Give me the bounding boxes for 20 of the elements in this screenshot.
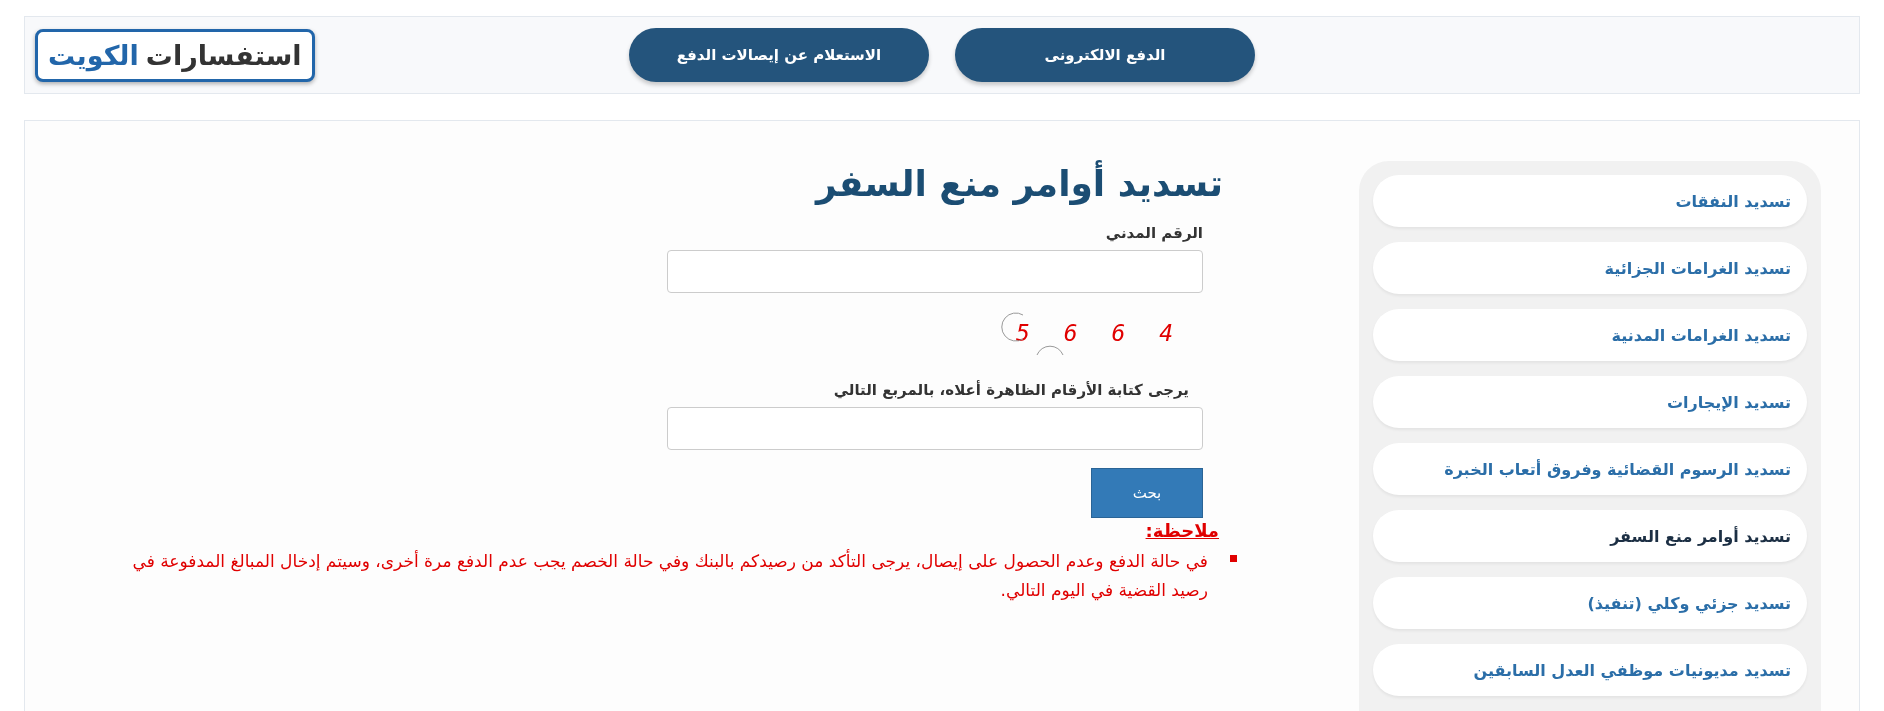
sidebar-item[interactable]: تسديد الغرامات الجزائية (1373, 242, 1807, 294)
search-button[interactable]: بحث (1091, 468, 1203, 518)
captcha-text: 5 6 6 4 (1016, 320, 1173, 346)
sidebar-item[interactable]: تسديد الرسوم القضائية وفروق أتعاب الخبرة (1373, 443, 1807, 495)
sidebar-item[interactable]: تسديد النفقات (1373, 175, 1807, 227)
field-label: الرقم المدني (1104, 224, 1203, 242)
sidebar-item[interactable]: تسديد الإيجارات (1373, 376, 1807, 428)
sidebar-item[interactable]: تسديد الغرامات المدنية (1373, 309, 1807, 361)
bullet-icon (1230, 555, 1237, 562)
civil-id-field[interactable] (667, 250, 1203, 293)
note-text: في حالة الدفع وعدم الحصول على إيصال، يرجى التأكد من رصيدكم بالبنك وفي حالة الخصم يجب عدم الدفع مرة أخرى، وسيتم إدخال المبالغ المدفوعة في رصيد القضية في اليوم التالي. (131, 548, 1208, 603)
field-label: يرجى كتابة الأرقام الظاهرة أعلاه، بالمربع التالي (832, 381, 1189, 399)
nav-button[interactable]: الدفع الالكترونى (955, 28, 1255, 82)
note-heading: ملاحظة: (1144, 520, 1219, 541)
nav-button[interactable]: الاستعلام عن إيصالات الدفع (629, 28, 929, 82)
sidebar-item[interactable]: تسديد أوامر منع السفر (1373, 510, 1807, 562)
captcha-field[interactable] (667, 407, 1203, 450)
site-logo[interactable]: استفسارات الكويت (35, 28, 315, 82)
sidebar-item[interactable]: تسديد مديونيات موظفي العدل السابقين (1373, 644, 1807, 696)
sidebar-item[interactable]: تسديد جزئي وكلي (تنفيذ) (1373, 577, 1807, 629)
